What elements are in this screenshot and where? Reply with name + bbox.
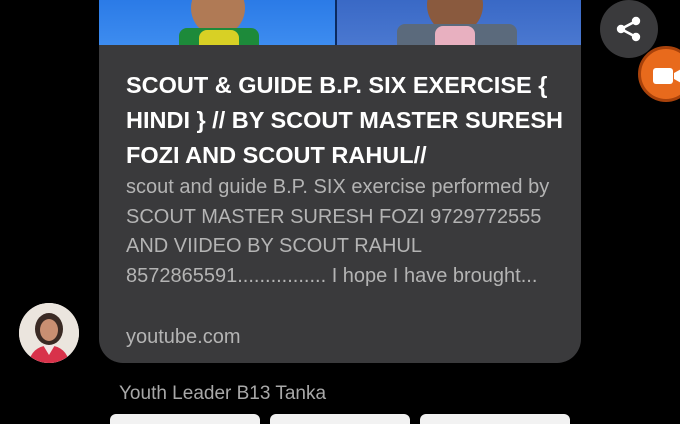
link-title: SCOUT & GUIDE B.P. SIX EXERCISE { HINDI … — [126, 72, 563, 168]
share-button[interactable] — [600, 0, 658, 58]
link-preview-card[interactable]: SCOUT & GUIDE B.P. SIX EXERCISE { HINDI … — [99, 0, 581, 363]
video-thumbnail[interactable] — [99, 0, 581, 45]
share-icon — [616, 16, 641, 42]
next-message-previews — [110, 414, 570, 424]
preview-thumb — [420, 414, 570, 424]
record-video-button[interactable] — [638, 46, 680, 102]
avatar-photo — [19, 303, 79, 363]
sender-name: Youth Leader B13 Tanka — [119, 383, 327, 404]
link-description: scout and guide B.P. SIX exercise perfor… — [126, 176, 550, 287]
thumbnail-right-person — [335, 0, 581, 45]
video-camera-icon — [653, 68, 680, 84]
preview-thumb — [110, 414, 260, 424]
link-domain: youtube.com — [126, 326, 241, 348]
preview-thumb — [270, 414, 410, 424]
thumbnail-left-person — [99, 0, 335, 45]
sender-avatar[interactable] — [19, 303, 79, 363]
